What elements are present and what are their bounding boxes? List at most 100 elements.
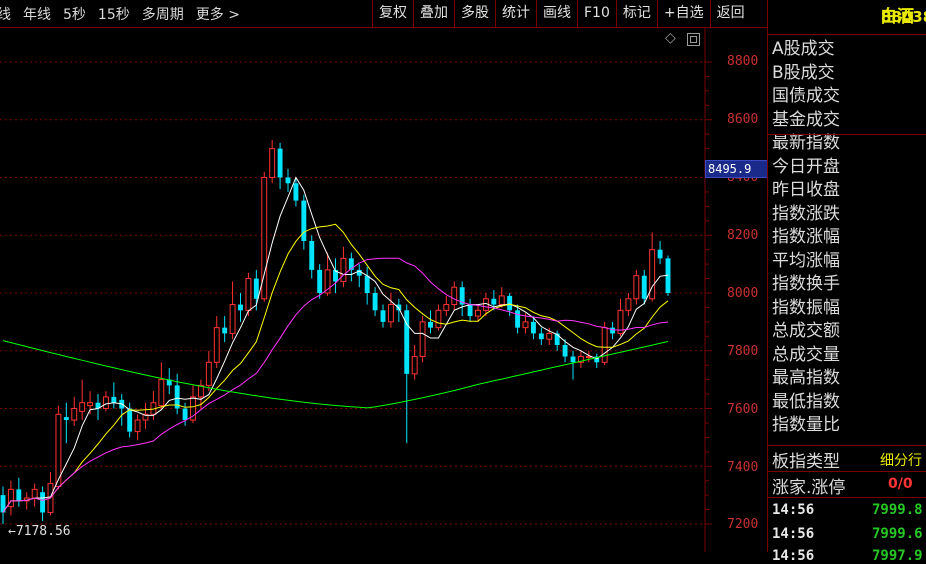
candle-body-up: [205, 361, 212, 386]
candle-body-up: [71, 408, 78, 421]
candle-body-up: [625, 298, 632, 311]
candle-body-up: [498, 295, 505, 306]
field-label: 总成交量: [772, 344, 840, 365]
chart-canvas[interactable]: [0, 28, 767, 552]
tab-period-5s[interactable]: 5秒: [63, 4, 86, 24]
mark-button[interactable]: 标记: [615, 0, 657, 27]
back-button[interactable]: 返回: [709, 0, 751, 27]
panel-separator: [768, 471, 926, 472]
limit-up-value: 0/0: [888, 476, 913, 492]
restore-rights-button[interactable]: 复权: [372, 0, 413, 27]
candle-body-up: [213, 327, 220, 363]
window-mode-icon[interactable]: [687, 33, 700, 46]
more-button[interactable]: 更多 >: [196, 4, 240, 24]
candle-body-down: [641, 275, 647, 299]
price-axis-label: 8600: [727, 112, 759, 127]
candle-body-down: [610, 327, 616, 334]
price-axis-label: 7400: [727, 460, 759, 475]
panel-separator: [768, 497, 926, 498]
price-axis-label: 8000: [727, 286, 759, 301]
tab-period-15s[interactable]: 15秒: [98, 4, 130, 24]
tick-time: 14:56: [772, 526, 815, 542]
field-label: 指数振幅: [772, 297, 840, 318]
candle-body-up: [522, 321, 529, 329]
tab-period-year[interactable]: 年线: [23, 4, 51, 24]
candle-body-up: [411, 356, 418, 375]
multi-stock-button[interactable]: 多股: [454, 0, 495, 27]
f10-button[interactable]: F10: [577, 0, 616, 27]
candle-body-down: [428, 321, 433, 328]
candle-body-up: [87, 402, 94, 407]
field-label: A股成交: [772, 39, 835, 59]
field-label: 指数涨幅: [772, 227, 840, 247]
tick-value: 7997.9: [872, 548, 923, 564]
field-list: A股成交 B股成交 国债成交 基金成交 最新指数 今日开盘 昨日收盘 指数涨跌 …: [772, 38, 840, 438]
price-axis-label: 7800: [727, 344, 759, 359]
candle-body-down: [222, 327, 228, 334]
candle-body-down: [301, 200, 307, 242]
lowest-price-value: 7178.56: [15, 524, 71, 539]
candle-body-up: [475, 309, 481, 317]
candle-body-down: [562, 344, 568, 357]
field-label: 指数量比: [772, 415, 840, 435]
candle-body-up: [419, 321, 426, 358]
field-label: 基金成交: [772, 109, 840, 130]
candle-body-up: [633, 275, 640, 300]
price-axis-label: 7600: [727, 402, 759, 417]
candle-body-up: [451, 286, 458, 306]
top-toolbar: 线 年线 5秒 15秒 多周期 更多 > 复权 叠加 多股 统计 画线 F10 …: [0, 0, 767, 28]
candle-body-up: [31, 488, 38, 499]
ma5-line: [2, 176, 669, 513]
candle-body-down: [127, 408, 133, 432]
lowest-price-marker: ←7178.56: [8, 524, 71, 539]
candle-body-up: [387, 304, 394, 323]
candle-body-down: [657, 249, 663, 259]
candlestick-chart[interactable]: 8800 8600 8400 8200 8000 7800 7600 7400 …: [0, 28, 770, 552]
overlay-button[interactable]: 叠加: [413, 0, 454, 27]
candle-body-up: [443, 304, 450, 311]
field-label: 平均涨幅: [772, 250, 840, 271]
tab-period-day[interactable]: 线: [0, 4, 11, 24]
ma20-line: [2, 257, 669, 513]
board-type-value: 细分行: [880, 453, 922, 469]
tool-buttons: 复权 叠加 多股 统计 画线 F10 标记 +自选 返回: [372, 0, 751, 27]
field-label: B股成交: [772, 62, 835, 83]
candle-body-down: [238, 304, 243, 311]
current-price-tag: 8495.9: [705, 160, 770, 178]
add-watchlist-button[interactable]: +自选: [656, 0, 710, 27]
candle-body-down: [530, 321, 536, 334]
candle-body-down: [253, 278, 259, 299]
candle-body-down: [293, 183, 299, 201]
candle-body-down: [63, 417, 69, 421]
panel-separator: [768, 134, 926, 135]
field-label: 昨日收盘: [772, 180, 840, 200]
candle-body-down: [570, 356, 576, 363]
tick-time: 14:56: [772, 502, 815, 518]
price-axis-label: 8800: [727, 54, 759, 69]
board-type-label: 板指类型: [772, 452, 840, 472]
candle-body-down: [467, 304, 473, 317]
tab-multi-period[interactable]: 多周期: [142, 4, 184, 24]
field-label: 最新指数: [772, 133, 840, 153]
candle-body-up: [245, 278, 252, 311]
tick-time: 14:56: [772, 548, 815, 564]
candle-body-down: [380, 310, 386, 322]
candle-body-down: [182, 408, 188, 421]
candle-body-down: [16, 489, 22, 501]
quote-panel: 880381 白酒 A股成交 B股成交 国债成交 基金成交 最新指数 今日开盘 …: [768, 0, 926, 564]
candle-body-down: [364, 275, 370, 293]
field-label: 国债成交: [772, 86, 840, 106]
statistics-button[interactable]: 统计: [495, 0, 536, 27]
candle-body-up: [601, 327, 608, 363]
diamond-icon[interactable]: ◇: [665, 30, 676, 46]
candle-body-down: [111, 396, 117, 403]
period-tabs: 线 年线 5秒 15秒 多周期 更多 >: [0, 0, 252, 27]
field-label: 指数换手: [772, 274, 840, 294]
candle-body-up: [79, 402, 86, 412]
candle-body-up: [340, 257, 347, 282]
draw-line-button[interactable]: 画线: [536, 0, 577, 27]
candle-body-up: [158, 379, 165, 407]
candle-body-up: [102, 396, 109, 410]
candle-body-down: [309, 241, 315, 270]
candle-body-up: [134, 419, 141, 433]
